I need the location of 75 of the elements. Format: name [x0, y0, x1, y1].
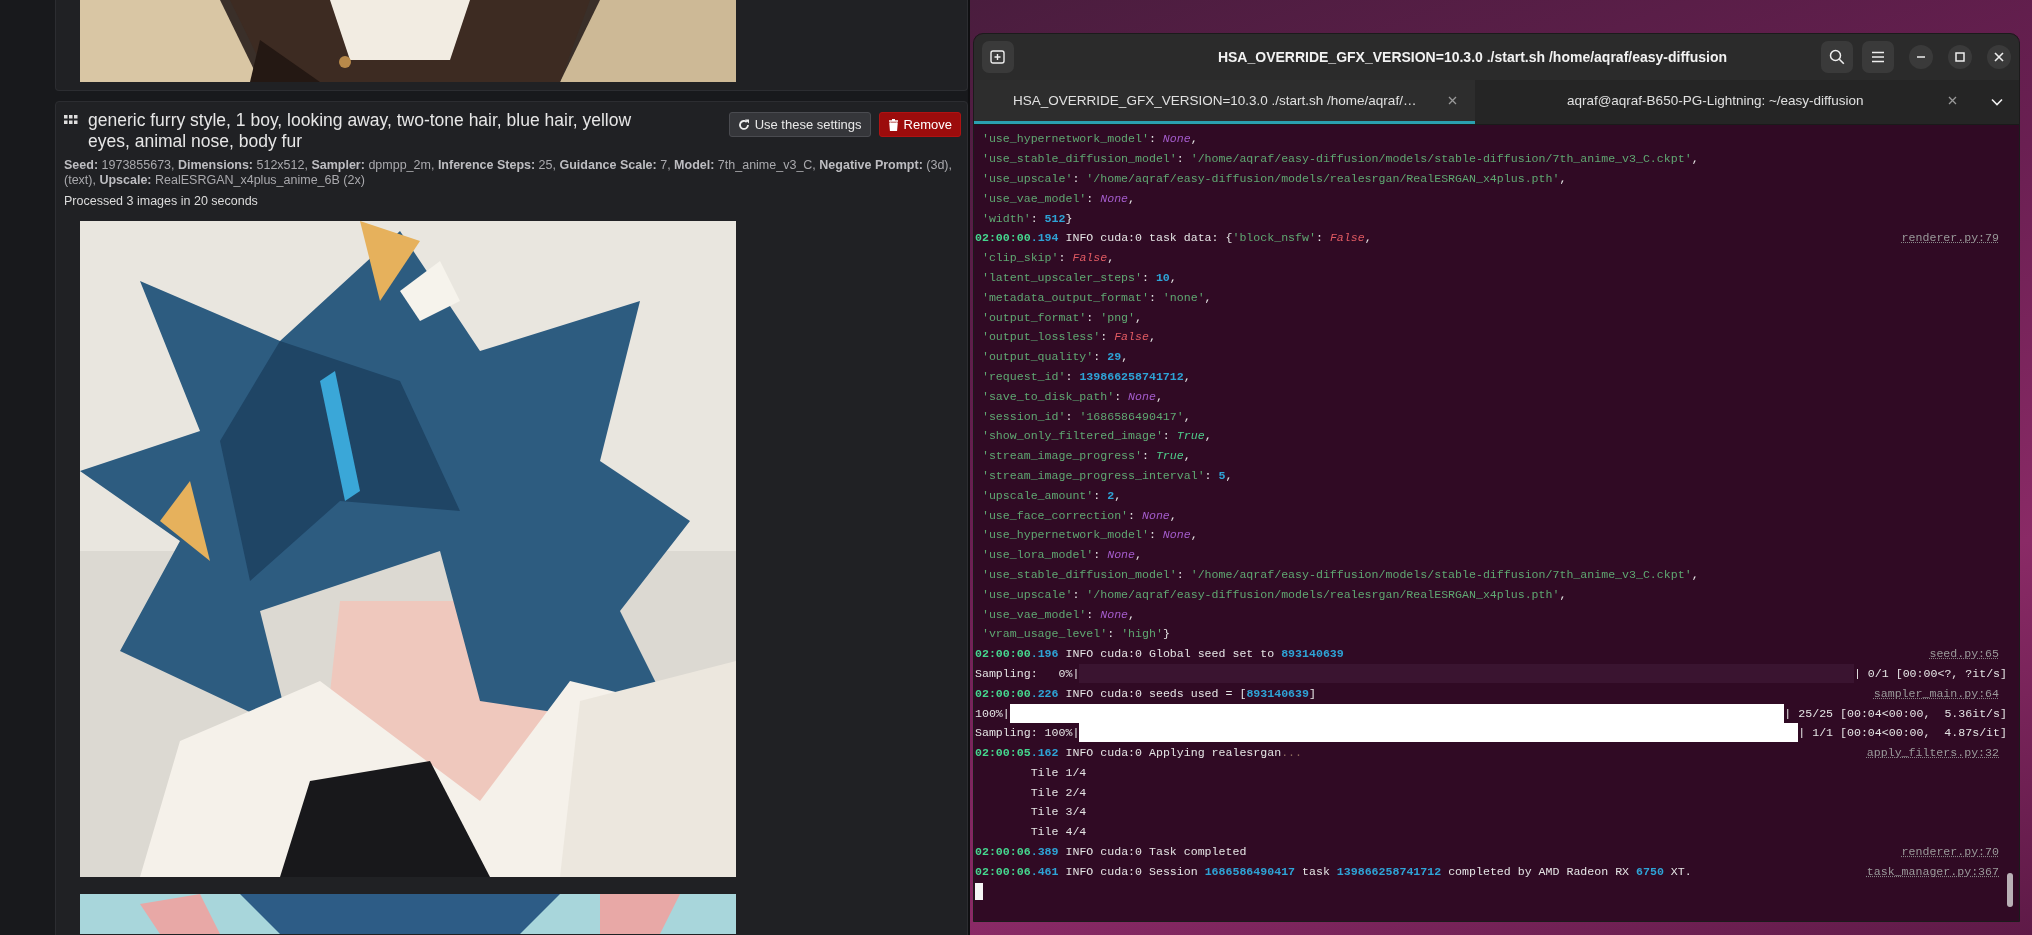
- close-button[interactable]: [1987, 45, 2011, 69]
- search-icon: [1829, 49, 1845, 65]
- settings-text: Seed: 1973855673, Dimensions: 512x512, Sampler: dpmpp_2m, Inference Steps: 25, Guidance Scale: 7, Model: 7th_anime_v3_C, Negative Prompt: (3d), (text), Upscale: RealESRGAN_x4plus_anime_6B (2x): [64, 158, 953, 188]
- trash-icon: [887, 118, 899, 131]
- log-line: 'session_id': '1686586490417',: [980, 409, 1192, 423]
- prompt-text: generic furry style, 1 boy, looking away, two-tone hair, blue hair, yellow eyes, animal nose, body fur: [88, 110, 633, 152]
- source-link[interactable]: apply_filters.py:32: [1866, 746, 1999, 760]
- log-line: 'width': 512}: [980, 211, 1074, 225]
- log-line: 02:00:00.196 INFO cuda:0 Global seed set to 893140639: [975, 647, 1345, 661]
- source-link[interactable]: sampler_main.py:64: [1873, 686, 1999, 700]
- progress-stats: | 25/25 [00:04<00:00, 5.36it/s]: [1784, 706, 2007, 720]
- progress-stats: | 0/1 [00:00<?, ?it/s]: [1853, 666, 2007, 680]
- log-line: 'use_lora_model': None,: [980, 548, 1143, 562]
- log-line: Sampling: 0%|: [975, 666, 1080, 680]
- log-line: 'use_vae_model': None,: [980, 191, 1137, 205]
- source-link[interactable]: renderer.py:70: [1901, 845, 1999, 859]
- chevron-down-icon: [1991, 98, 2003, 106]
- refresh-icon: [737, 118, 750, 131]
- source-link[interactable]: task_manager.py:367: [1866, 864, 1999, 878]
- use-settings-button[interactable]: Use these settings: [728, 112, 871, 137]
- close-icon[interactable]: [1948, 96, 1957, 105]
- window-title: HSA_OVERRIDE_GFX_VERSION=10.3.0 ./start.sh /home/aqraf/easy-diffusion: [1216, 49, 1729, 65]
- text-cursor: [975, 882, 983, 900]
- status-text: Processed 3 images in 20 seconds: [64, 194, 259, 208]
- log-line: 'use_hypernetwork_model': None,: [980, 132, 1199, 146]
- minimize-icon: [1916, 56, 1926, 58]
- log-line: Tile 4/4: [1029, 825, 1088, 839]
- log-line: 'use_face_correction': None,: [980, 508, 1178, 522]
- log-line: Tile 3/4: [1029, 805, 1088, 819]
- menu-button[interactable]: [1862, 41, 1894, 73]
- log-line: Tile 2/4: [1029, 785, 1088, 799]
- log-line: 'use_vae_model': None,: [980, 607, 1137, 621]
- log-line: 02:00:00.226 INFO cuda:0 seeds used = [893140639]: [975, 686, 1317, 700]
- minimize-button[interactable]: [1909, 45, 1933, 69]
- log-line: 'latent_upscaler_steps': 10,: [980, 270, 1178, 284]
- log-line: 'save_to_disk_path': None,: [980, 389, 1164, 403]
- log-line: 'use_stable_diffusion_model': '/home/aqraf/easy-diffusion/models/stable-diffusion/7th_anime_v3_C.ckpt',: [980, 567, 1700, 581]
- log-line: 02:00:05.162 INFO cuda:0 Applying realesrgan...: [975, 746, 1304, 760]
- grid-icon: [64, 115, 78, 125]
- search-button[interactable]: [1821, 41, 1853, 73]
- menu-icon: [1871, 51, 1885, 63]
- log-line: 'use_upscale': '/home/aqraf/easy-diffusion/models/realesrgan/RealESRGAN_x4plus.pth',: [980, 587, 1568, 601]
- log-line: 'request_id': 139866258741712,: [980, 369, 1192, 383]
- new-tab-icon: [990, 49, 1006, 65]
- terminal-tab[interactable]: aqraf@aqraf-B650-PG-Lightning: ~/easy-diffusion: [1474, 80, 1975, 124]
- terminal-tab[interactable]: HSA_OVERRIDE_GFX_VERSION=10.3.0 ./start.sh /home/aqraf/…: [974, 80, 1475, 124]
- log-line: 02:00:06.461 INFO cuda:0 Session 1686586490417 task 139866258741712 completed by AMD Radeon RX 6750 XT.: [975, 864, 1693, 878]
- log-line: 'show_only_filtered_image': True,: [980, 429, 1213, 443]
- log-line: 02:00:06.389 INFO cuda:0 Task completed: [975, 845, 1248, 859]
- log-line: 'output_quality': 29,: [980, 350, 1130, 364]
- close-icon: [1994, 52, 2004, 62]
- log-line: Tile 1/4: [1029, 765, 1088, 779]
- progress-stats: | 1/1 [00:04<00:00, 4.87s/it]: [1798, 726, 2007, 740]
- log-line: 'clip_skip': False,: [980, 251, 1116, 265]
- log-line: 100%|: [975, 706, 1010, 720]
- log-line: 'use_upscale': '/home/aqraf/easy-diffusion/models/realesrgan/RealESRGAN_x4plus.pth',: [980, 172, 1568, 185]
- log-line: 'use_stable_diffusion_model': '/home/aqraf/easy-diffusion/models/stable-diffusion/7th_anime_v3_C.ckpt',: [980, 152, 1700, 166]
- maximize-button[interactable]: [1948, 45, 1972, 69]
- log-line: 'use_hypernetwork_model': None,: [980, 528, 1199, 542]
- source-link[interactable]: seed.py:65: [1929, 647, 1999, 661]
- new-tab-button[interactable]: [982, 41, 1014, 73]
- log-line: 'output_lossless': False,: [980, 330, 1157, 344]
- log-line: Sampling: 100%|: [975, 726, 1080, 740]
- log-line: 'upscale_amount': 2,: [980, 488, 1123, 502]
- scrollbar[interactable]: [2007, 873, 2013, 907]
- remove-button[interactable]: Remove: [878, 112, 961, 137]
- log-line: 'output_format': 'png',: [980, 310, 1143, 324]
- log-line: 'metadata_output_format': 'none',: [980, 290, 1213, 304]
- close-icon[interactable]: [1447, 96, 1457, 105]
- log-line: 'stream_image_progress_interval': 5,: [980, 468, 1234, 482]
- log-line: 02:00:00.194 INFO cuda:0 task data: {'block_nsfw': False,: [975, 231, 1373, 245]
- source-link[interactable]: renderer.py:79: [1901, 231, 1999, 245]
- log-line: 'stream_image_progress': True,: [980, 449, 1192, 463]
- maximize-icon: [1955, 52, 1965, 62]
- log-line: 'vram_usage_level': 'high'}: [980, 627, 1171, 641]
